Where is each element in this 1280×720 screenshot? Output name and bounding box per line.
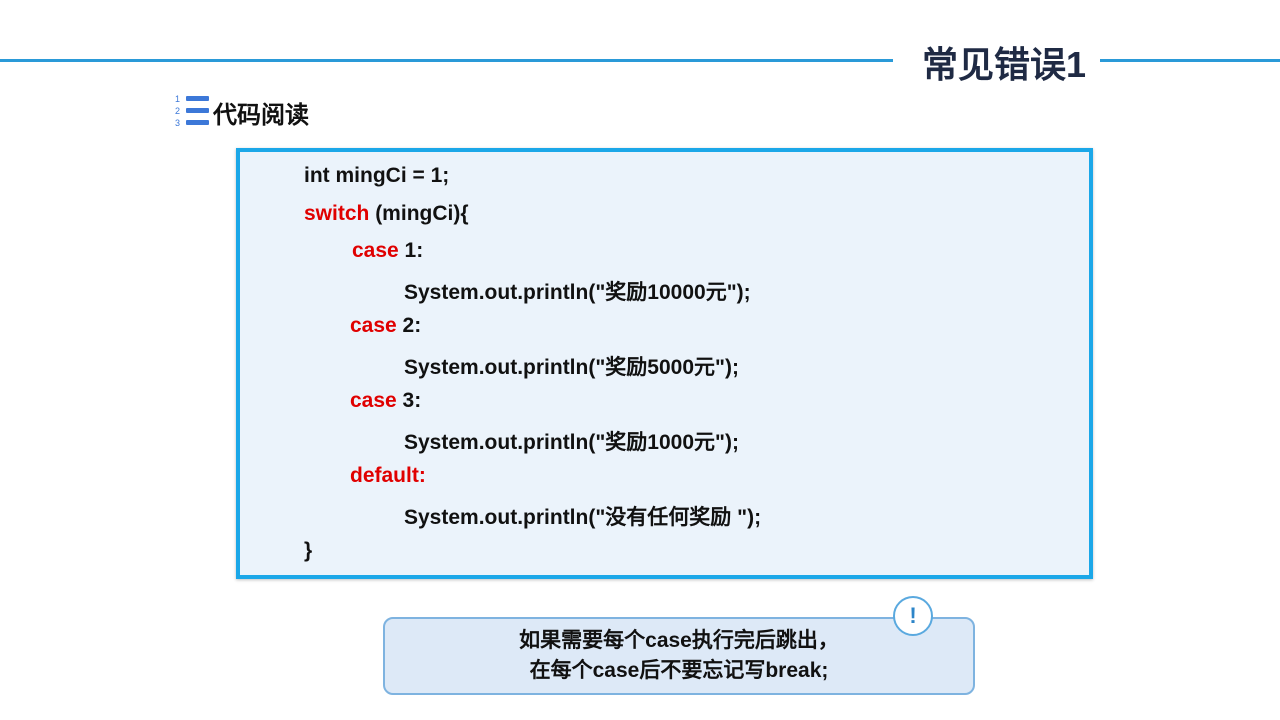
title-rule-right	[1100, 59, 1280, 62]
code-line: System.out.println("奖励5000元");	[404, 356, 739, 379]
code-line: }	[304, 539, 313, 562]
code-keyword: case	[352, 239, 399, 262]
tip-line: 在每个case后不要忘记写break;	[529, 659, 829, 682]
code-line: default:	[350, 464, 426, 488]
code-line: case 2:	[350, 314, 422, 337]
code-keyword: case	[350, 314, 397, 337]
tip-callout: 如果需要每个case执行完后跳出， 在每个case后不要忘记写break;	[383, 617, 975, 695]
code-line: case 3:	[350, 389, 422, 412]
section-label: 代码阅读	[213, 101, 309, 129]
code-line: switch (mingCi){	[304, 202, 469, 225]
title-rule-left	[0, 59, 893, 62]
code-line: System.out.println("没有任何奖励 ");	[404, 506, 762, 529]
code-block: int mingCi = 1; switch (mingCi){ case 1:…	[236, 148, 1093, 579]
tip-line: 如果需要每个case执行完后跳出，	[519, 629, 839, 652]
code-line: int mingCi = 1;	[304, 164, 450, 187]
code-keyword: default:	[350, 464, 426, 487]
code-keyword: switch	[304, 202, 370, 225]
code-line: System.out.println("奖励1000元");	[404, 431, 739, 454]
section-heading: 1 2 3 代码阅读	[175, 94, 309, 130]
code-line: case 1:	[352, 239, 424, 262]
slide-title: 常见错误1	[922, 44, 1087, 85]
numbered-list-icon: 1 2 3	[175, 94, 211, 130]
exclamation-icon: !	[893, 596, 933, 636]
code-keyword: case	[350, 389, 397, 412]
code-line: System.out.println("奖励10000元");	[404, 281, 751, 304]
